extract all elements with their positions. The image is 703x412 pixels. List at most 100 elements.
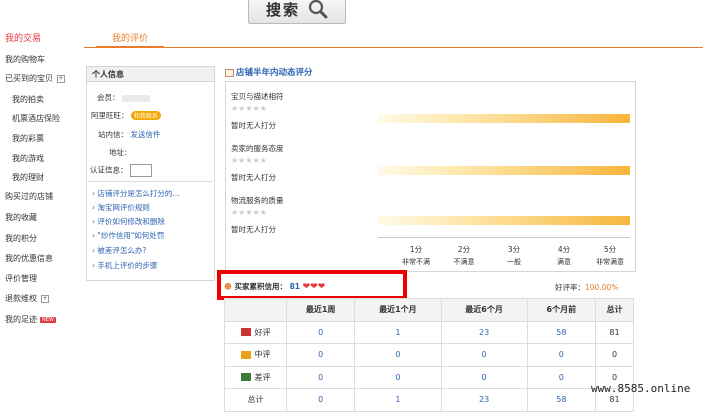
review-stats-table: 最近1周 最近1个月 最近6个月 6个月前 总计 好评 0 1 23 58 81… — [224, 298, 634, 412]
scale-axis — [378, 237, 630, 238]
table-cell[interactable]: 23 — [440, 320, 528, 344]
table-cell: 81 — [595, 320, 634, 344]
faq-link[interactable]: › "炒作信用"如何处罚 — [92, 230, 164, 241]
row-label: 差评 — [224, 365, 287, 389]
faq-link[interactable]: › 店铺评分是怎么打分的... — [92, 188, 180, 199]
row-label: 中评 — [224, 343, 287, 367]
nav-item-lottery[interactable]: 我的彩票 — [12, 133, 44, 144]
rating-bar — [378, 166, 630, 175]
scale-label: 3分 — [507, 245, 521, 254]
calendar-icon — [225, 68, 234, 77]
star-rating-icon: ★★★★★ — [231, 156, 267, 165]
tab-my-reviews[interactable]: 我的评价 — [96, 31, 164, 48]
faq-link[interactable]: › 淘宝网评价规则 — [92, 202, 150, 213]
tab-underline — [84, 47, 703, 48]
rating-bar — [378, 216, 630, 225]
table-cell[interactable]: 0 — [285, 320, 356, 344]
auth-row: 认证信息： — [90, 164, 152, 177]
table-cell: 0 — [595, 343, 634, 367]
buyer-credit: ☻ 买家累积信用： 81 ❤❤❤ — [224, 282, 326, 292]
nav-item-auction[interactable]: 我的拍卖 — [12, 94, 44, 105]
star-rating-icon: ★★★★★ — [231, 104, 267, 113]
faq-link[interactable]: › 评价如何修改和删除 — [92, 216, 165, 227]
table-row: 差评 0 0 0 0 0 — [224, 365, 634, 389]
good-rate: 好评率：100.00% — [555, 283, 619, 292]
table-cell[interactable]: 0 — [285, 365, 356, 389]
rating-status: 暂时无人打分 — [231, 225, 276, 234]
search-button[interactable]: 搜索 — [248, 0, 346, 24]
rating-title: 店铺半年内动态评分 — [225, 66, 313, 78]
neutral-review-icon — [240, 350, 251, 359]
scale-label: 1分 — [409, 245, 423, 254]
table-header: 最近1个月 — [354, 298, 442, 322]
scale-desc: 非常不满 — [402, 258, 430, 266]
expand-toggle-icon[interactable]: + — [57, 74, 65, 83]
nav-item-reviews[interactable]: 评价管理 — [5, 273, 37, 284]
table-cell[interactable]: 0 — [526, 365, 597, 389]
nav-item-bought[interactable]: 已买到的宝贝 + — [5, 73, 65, 84]
wangwang-status-button[interactable]: 和我联系 — [130, 111, 161, 120]
scale-desc: 满意 — [557, 258, 571, 266]
table-cell[interactable]: 1 — [354, 320, 442, 344]
table-cell[interactable]: 0 — [354, 365, 442, 389]
table-cell[interactable]: 0 — [440, 365, 528, 389]
scale-label: 5分 — [603, 245, 617, 254]
user-icon: ☻ — [224, 282, 232, 291]
nav-item-cart[interactable]: 我的购物车 — [5, 54, 45, 65]
scale-desc: 一般 — [507, 258, 521, 266]
table-cell[interactable]: 0 — [440, 343, 528, 367]
station-row: 站内信： 发送信件 — [98, 130, 161, 139]
scale-desc: 非常满意 — [596, 258, 624, 266]
table-cell[interactable]: 58 — [526, 320, 597, 344]
faq-link[interactable]: › 被差评怎么办? — [92, 245, 146, 256]
info-divider — [88, 181, 213, 182]
address-label: 地址： — [109, 148, 132, 157]
new-badge: NEW — [40, 316, 56, 323]
member-name-redacted — [121, 94, 150, 102]
good-review-icon — [240, 328, 251, 337]
nav-item-refund[interactable]: 退款维权 + — [5, 293, 49, 304]
table-header: 最近1周 — [285, 298, 356, 322]
nav-item-favorites[interactable]: 我的收藏 — [5, 212, 37, 223]
faq-link[interactable]: › 手机上评价的步骤 — [92, 260, 157, 271]
nav-item-travel[interactable]: 机票酒店保险 — [12, 113, 60, 124]
nav-item-points[interactable]: 我的积分 — [5, 233, 37, 244]
magnifier-icon — [308, 0, 328, 19]
rating-item-label: 卖家的服务态度 — [231, 144, 284, 153]
send-message-link[interactable]: 发送信件 — [130, 130, 160, 139]
id-card-icon — [129, 164, 152, 177]
expand-toggle-icon[interactable]: + — [41, 294, 49, 303]
watermark: www.8585.online — [591, 382, 691, 395]
credit-score[interactable]: 81 — [290, 282, 300, 291]
search-label: 搜索 — [265, 0, 300, 19]
nav-item-my-trade[interactable]: 我的交易 — [5, 31, 41, 44]
rating-status: 暂时无人打分 — [231, 173, 276, 182]
scale-label: 4分 — [557, 245, 571, 254]
table-row: 好评 0 1 23 58 81 — [224, 320, 634, 344]
row-label: 好评 — [224, 320, 287, 344]
table-row: 中评 0 0 0 0 0 — [224, 343, 634, 367]
wangwang-row: 阿里旺旺： 和我联系 — [91, 110, 161, 121]
table-header-row: 最近1周 最近1个月 最近6个月 6个月前 总计 — [224, 298, 634, 322]
rating-item-label: 物流服务的质量 — [231, 196, 284, 205]
nav-item-finance[interactable]: 我的理财 — [12, 172, 44, 183]
rating-bar — [378, 114, 630, 123]
table-header: 最近6个月 — [440, 298, 528, 322]
bad-review-icon — [240, 373, 251, 382]
rating-item-label: 宝贝与描述相符 — [231, 92, 284, 101]
table-header: 总计 — [595, 298, 634, 322]
table-header — [224, 298, 287, 322]
nav-item-games[interactable]: 我的游戏 — [12, 153, 44, 164]
table-cell[interactable]: 0 — [354, 343, 442, 367]
scale-desc: 不满意 — [453, 258, 475, 266]
nav-item-shops[interactable]: 购买过的店铺 — [5, 191, 53, 202]
heart-level-icon: ❤❤❤ — [302, 282, 326, 292]
table-cell[interactable]: 0 — [526, 343, 597, 367]
personal-info-title: 个人信息 — [86, 66, 215, 82]
nav-item-coupons[interactable]: 我的优惠信息 — [5, 253, 53, 264]
scale-label: 2分 — [457, 245, 471, 254]
rating-status: 暂时无人打分 — [231, 121, 276, 130]
table-cell[interactable]: 0 — [285, 343, 356, 367]
nav-item-footprint[interactable]: 我的足迹 NEW — [5, 314, 56, 325]
star-rating-icon: ★★★★★ — [231, 208, 267, 217]
